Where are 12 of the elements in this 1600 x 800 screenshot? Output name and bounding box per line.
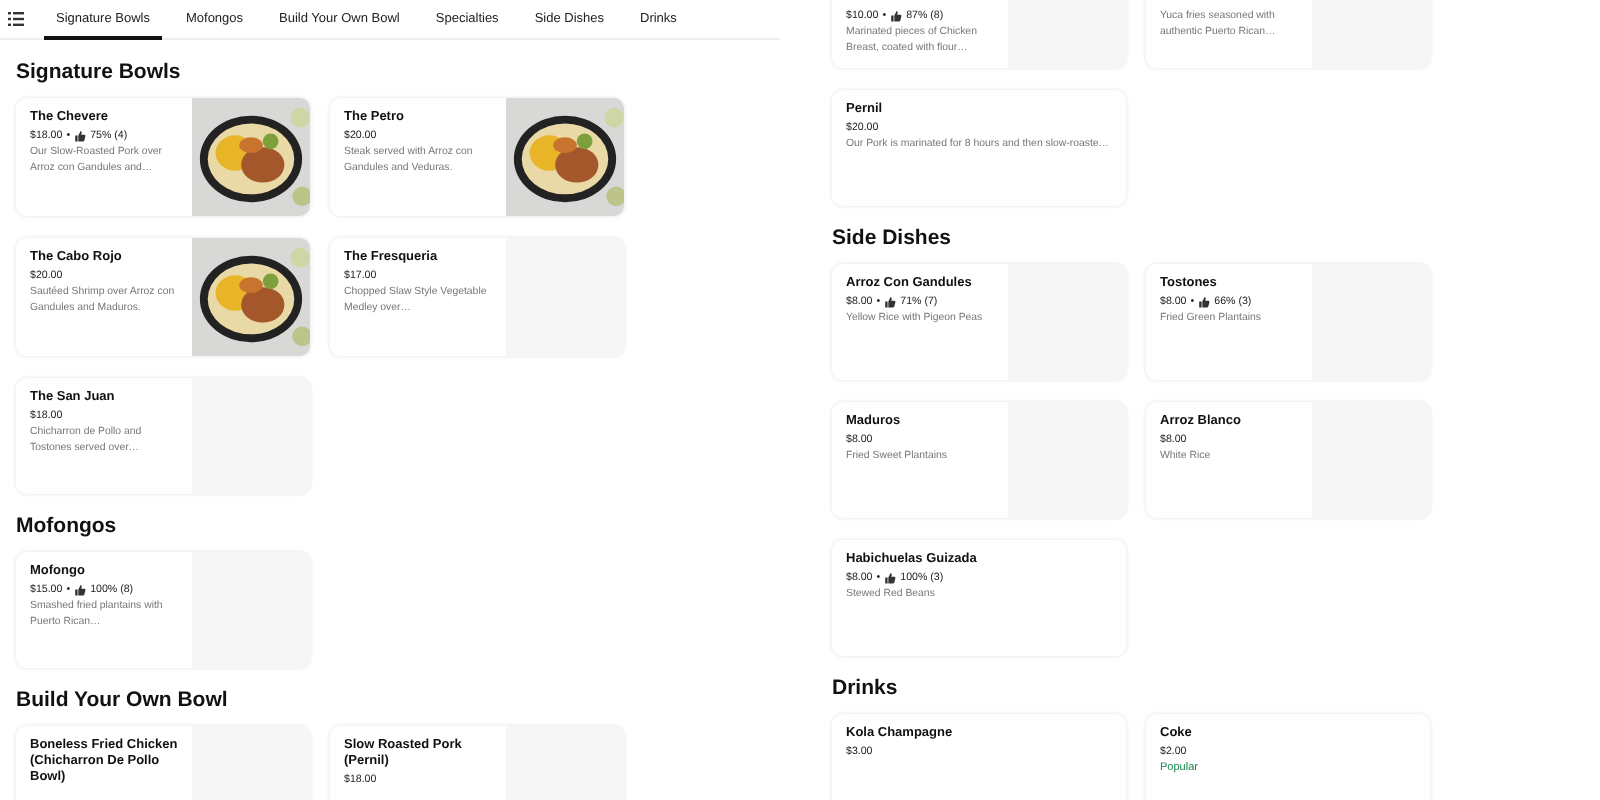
section-heading: Drinks bbox=[832, 676, 900, 700]
section-heading: Side Dishes bbox=[832, 226, 954, 250]
section-heading: Mofongos bbox=[16, 514, 119, 538]
thumbs-up-icon bbox=[1198, 296, 1211, 308]
thumbs-up-icon bbox=[884, 572, 897, 584]
section-heading: Build Your Own Bowl bbox=[16, 688, 230, 712]
thumbs-up-icon bbox=[74, 130, 87, 142]
thumbs-up-icon bbox=[74, 584, 87, 596]
thumbs-up-icon bbox=[890, 10, 903, 22]
menu-icon[interactable] bbox=[8, 12, 24, 26]
section-heading: Signature Bowls bbox=[16, 60, 183, 84]
thumbs-up-icon bbox=[884, 296, 897, 308]
